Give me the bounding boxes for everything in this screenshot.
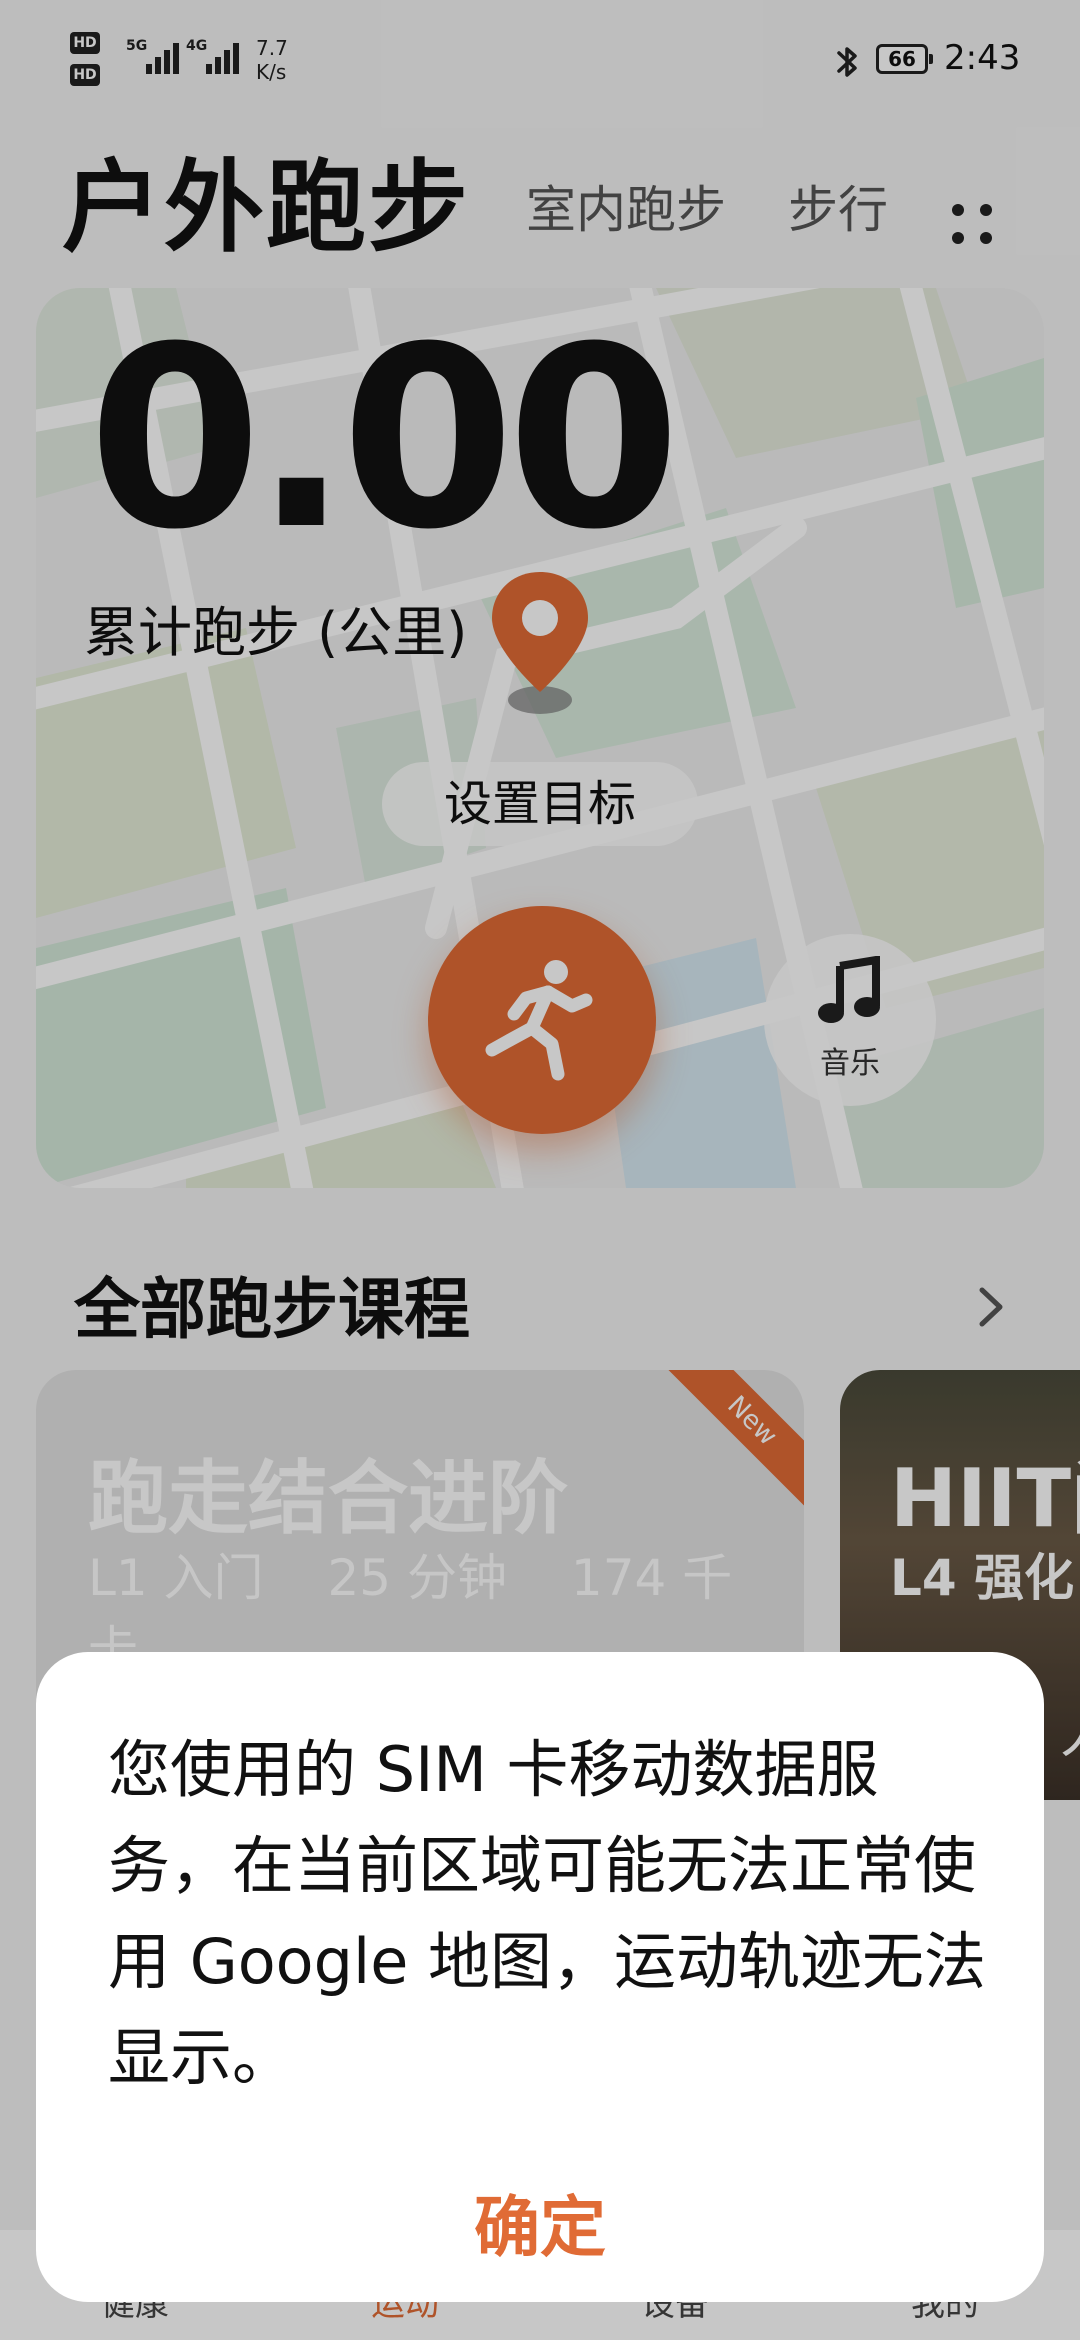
dialog-message: 您使用的 SIM 卡移动数据服务，在当前区域可能无法正常使用 Google 地图… [108, 1733, 987, 2094]
alert-dialog: 您使用的 SIM 卡移动数据服务，在当前区域可能无法正常使用 Google 地图… [36, 1652, 1044, 2302]
screen: HD HD 5G 4G 7.7 K/s 66 2:43 户外跑步 室内跑步 步行 [0, 0, 1080, 2340]
confirm-button[interactable]: 确定 [400, 2178, 680, 2278]
